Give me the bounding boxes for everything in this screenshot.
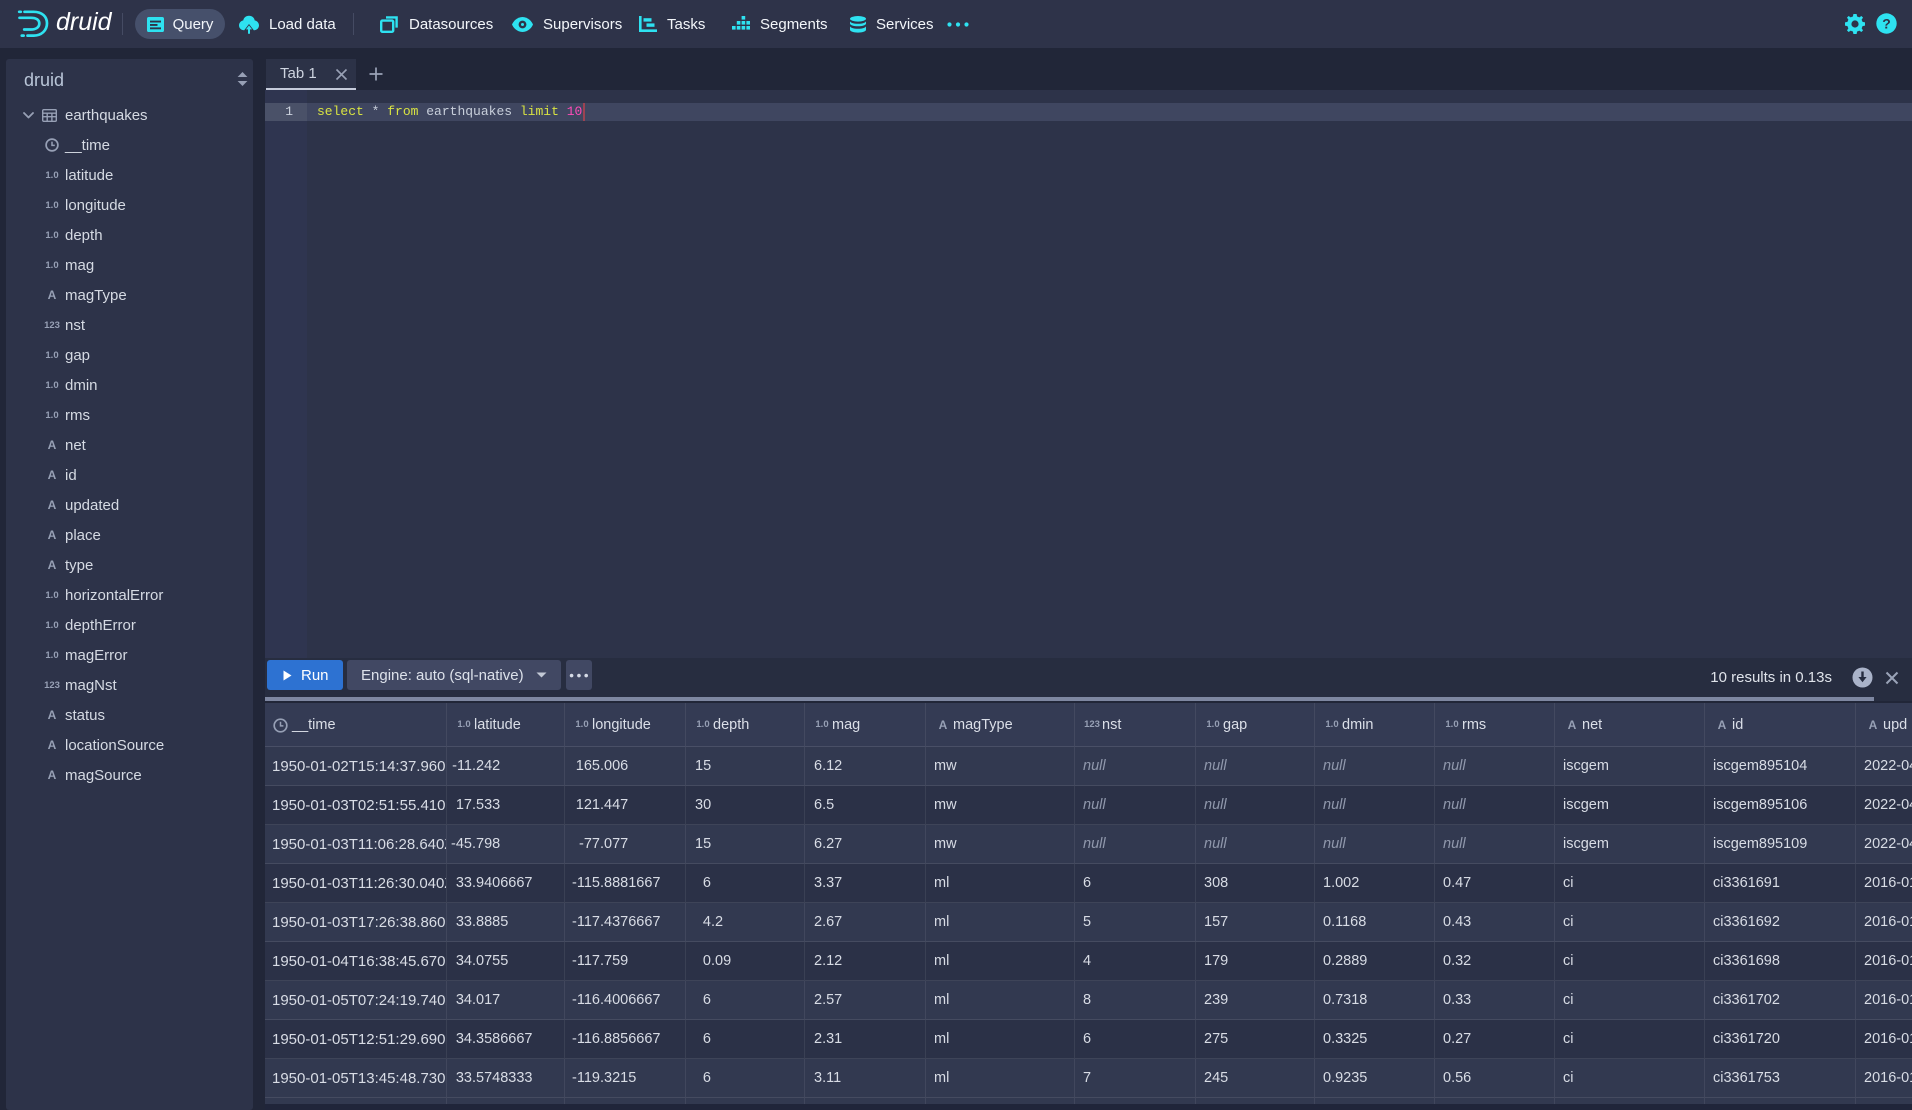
svg-text:?: ? bbox=[1882, 15, 1891, 31]
